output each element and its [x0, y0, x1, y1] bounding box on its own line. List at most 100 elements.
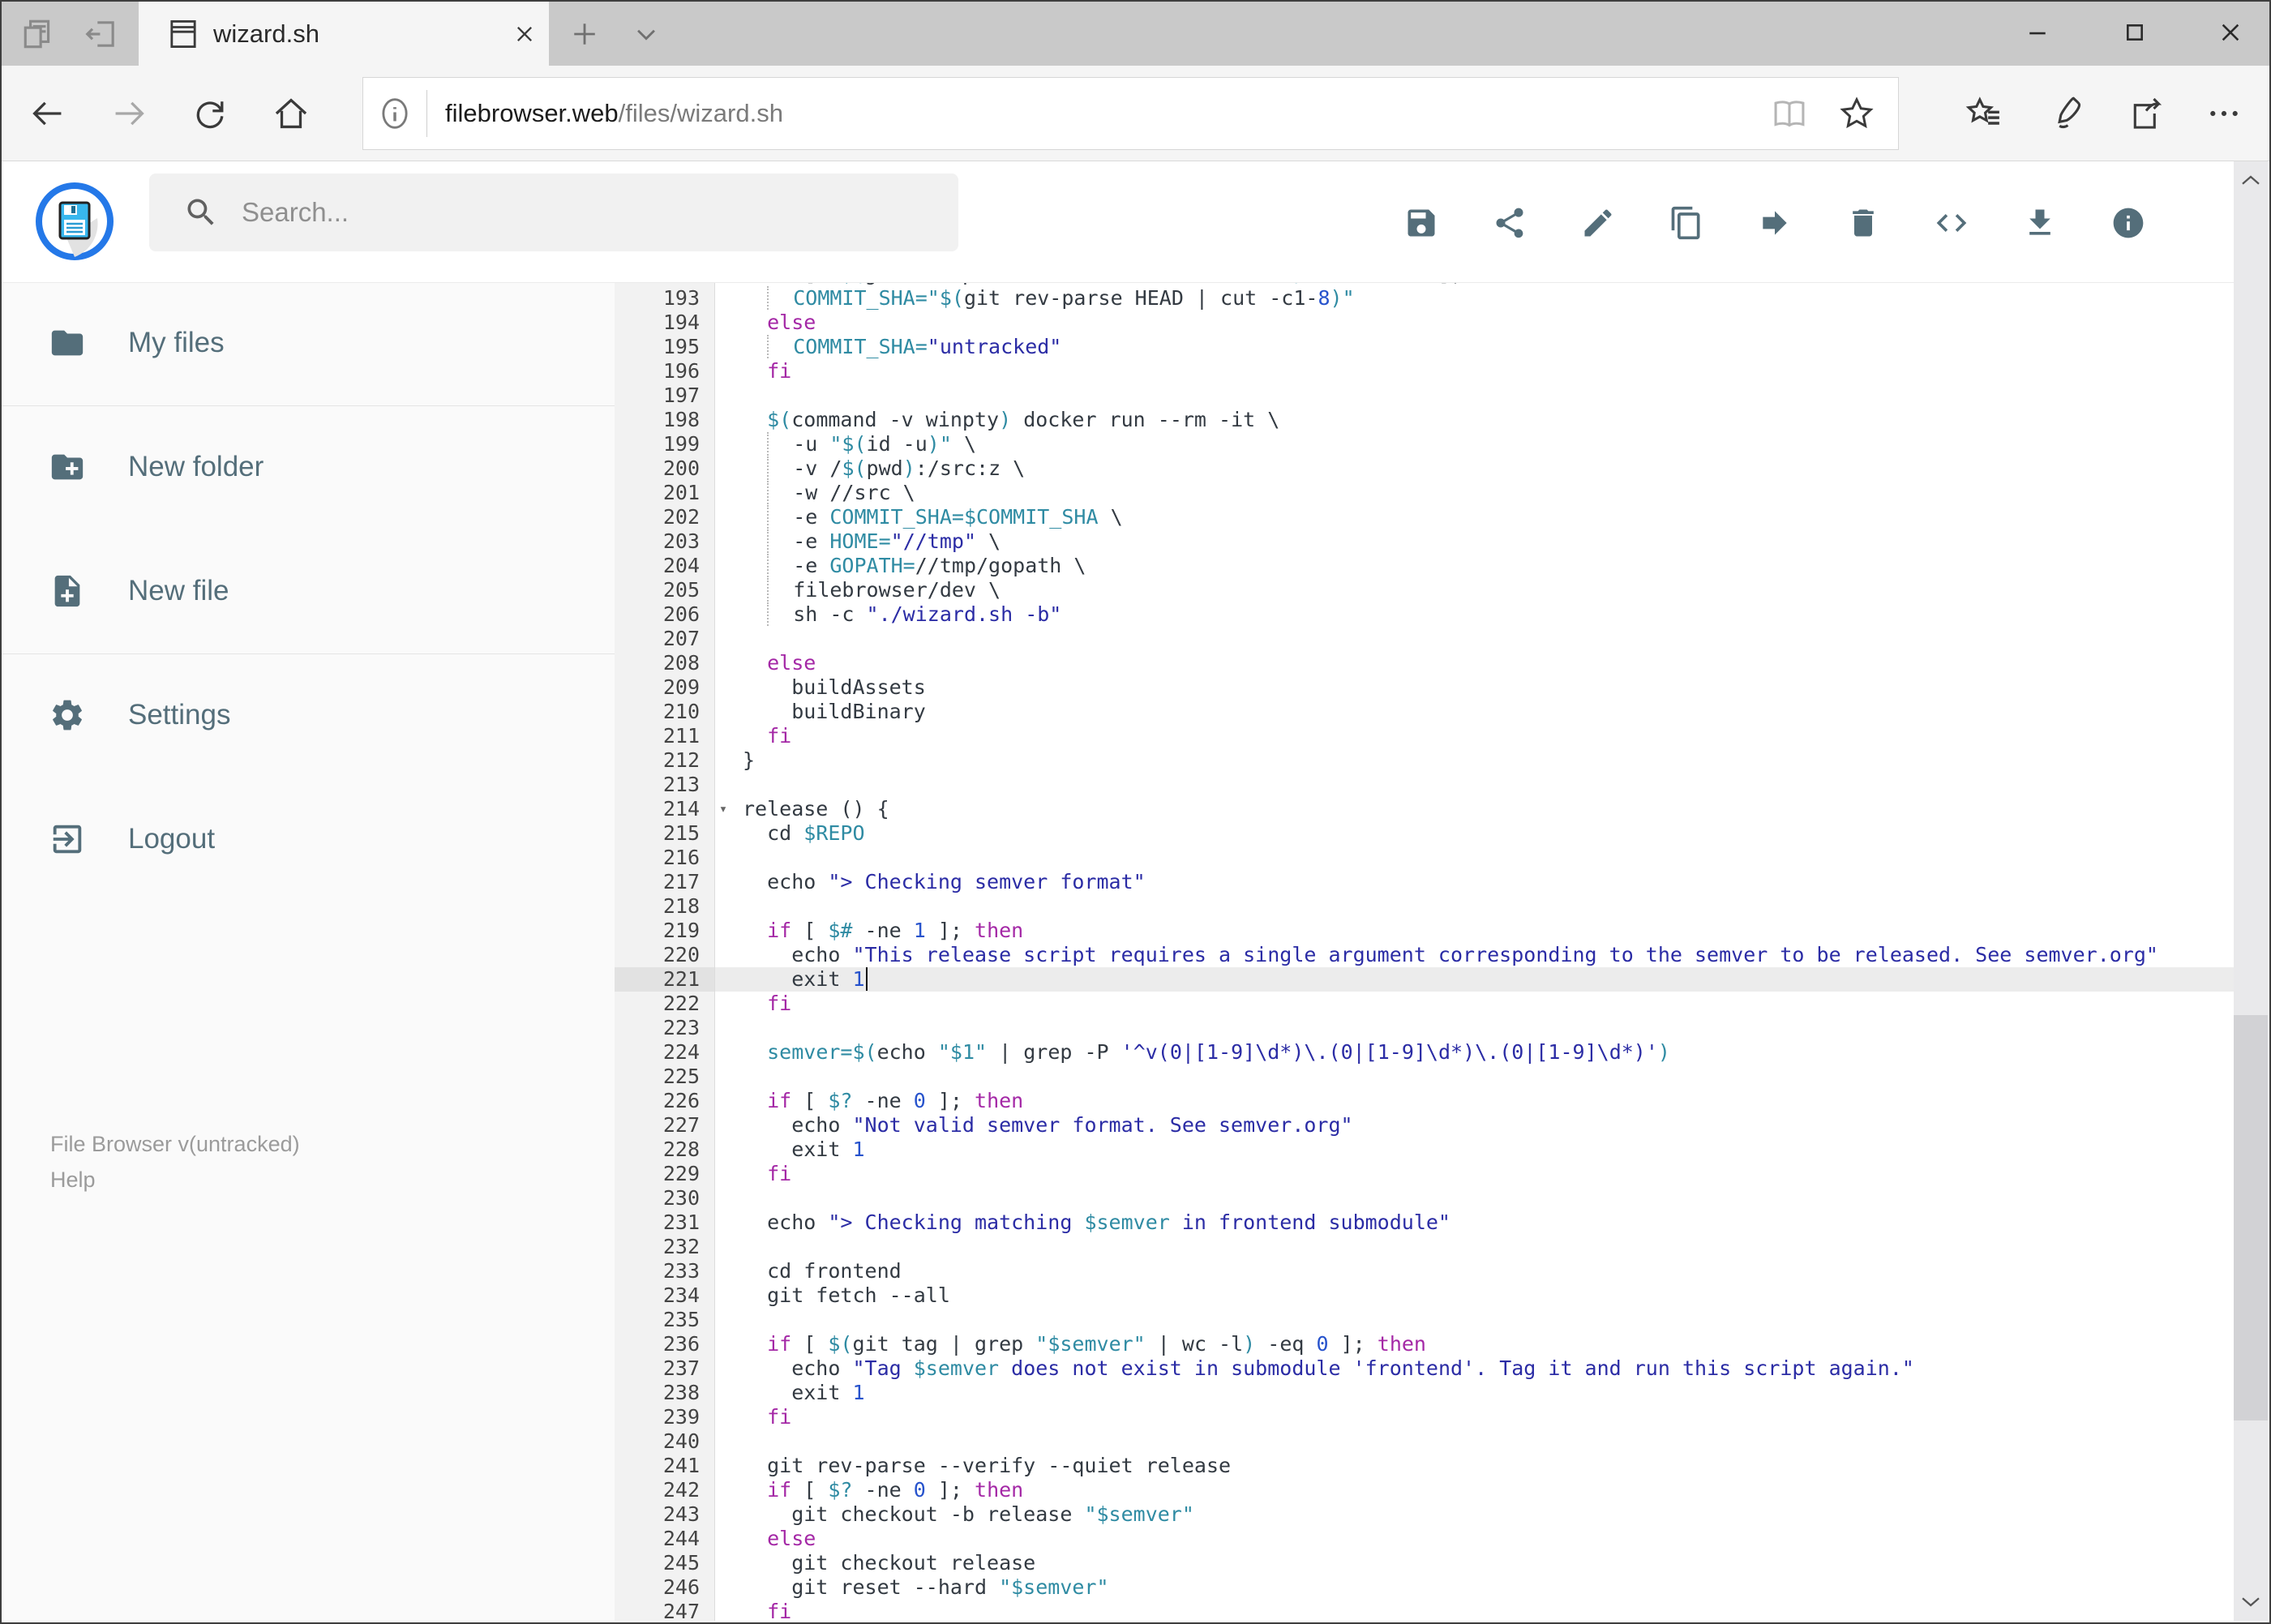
scroll-down-icon[interactable] [2234, 1583, 2268, 1619]
code-line[interactable]: 244 else [615, 1527, 2237, 1551]
code-line[interactable]: 216 [615, 846, 2237, 870]
new-tab-button[interactable] [558, 2, 611, 66]
home-icon[interactable] [255, 66, 328, 161]
code-line[interactable]: 239 fi [615, 1405, 2237, 1429]
code-line[interactable]: 213 [615, 773, 2237, 797]
favorite-star-icon[interactable] [1838, 95, 1875, 132]
window-minimize-button[interactable] [2001, 2, 2074, 63]
search-bar[interactable] [149, 174, 958, 251]
forward-icon[interactable] [92, 66, 165, 161]
sidebar-item-my-files[interactable]: My files [2, 306, 615, 379]
code-line[interactable]: 227 echo "Not valid semver format. See s… [615, 1113, 2237, 1138]
code-line[interactable]: 226 if [ $? -ne 0 ]; then [615, 1089, 2237, 1113]
code-line[interactable]: 243 git checkout -b release "$semver" [615, 1502, 2237, 1527]
filebrowser-logo[interactable] [34, 181, 115, 262]
code-line[interactable]: 194 else [615, 311, 2237, 335]
reading-view-icon[interactable] [1770, 96, 1809, 131]
address-bar[interactable]: filebrowser.web/files/wizard.sh [362, 77, 1899, 150]
annotate-pen-icon[interactable] [2029, 66, 2102, 161]
code-line[interactable]: 214 ▾ release () { [615, 797, 2237, 821]
code-line[interactable]: 230 [615, 1186, 2237, 1211]
code-line[interactable]: 210 buildBinary [615, 700, 2237, 724]
code-line[interactable]: 228 exit 1 [615, 1138, 2237, 1162]
code-line[interactable]: 246 git reset --hard "$semver" [615, 1575, 2237, 1600]
help-link[interactable]: Help [50, 1162, 96, 1198]
tab-close-icon[interactable] [500, 2, 549, 66]
move-button[interactable] [1757, 205, 1793, 241]
share-button[interactable] [1492, 205, 1528, 241]
code-line[interactable]: 238 exit 1 [615, 1381, 2237, 1405]
tab-list-chevron-icon[interactable] [618, 2, 675, 66]
copy-button[interactable] [1669, 205, 1704, 241]
window-close-button[interactable] [2194, 2, 2267, 63]
code-line[interactable]: 233 cd frontend [615, 1259, 2237, 1283]
code-line[interactable]: 218 [615, 894, 2237, 919]
code-line[interactable]: 225 [615, 1065, 2237, 1089]
code-line[interactable]: 236 if [ $(git tag | grep "$semver" | wc… [615, 1332, 2237, 1356]
code-button[interactable] [1934, 205, 1969, 241]
code-line[interactable]: 193 COMMIT_SHA="$(git rev-parse HEAD | c… [615, 286, 2237, 311]
code-line[interactable]: 201 -w //src \ [615, 481, 2237, 505]
code-line[interactable]: 195 COMMIT_SHA="untracked" [615, 335, 2237, 359]
delete-button[interactable] [1845, 205, 1881, 241]
code-line[interactable]: 211 fi [615, 724, 2237, 748]
code-line[interactable]: 199 -u "$(id -u)" \ [615, 432, 2237, 456]
code-line[interactable]: 208 else [615, 651, 2237, 675]
more-options-icon[interactable] [2187, 66, 2260, 161]
refresh-icon[interactable] [174, 66, 246, 161]
edit-button[interactable] [1580, 205, 1616, 241]
code-line[interactable]: 202 -e COMMIT_SHA=$COMMIT_SHA \ [615, 505, 2237, 529]
code-editor[interactable]: 192 if [ "$(git rev-parse --is-inside-wo… [615, 283, 2237, 1621]
code-line[interactable]: 247 fi [615, 1600, 2237, 1621]
page-scrollbar[interactable] [2234, 161, 2268, 1621]
code-line[interactable]: 231 echo "> Checking matching $semver in… [615, 1211, 2237, 1235]
code-line[interactable]: 197 [615, 384, 2237, 408]
code-line[interactable]: 206 sh -c "./wizard.sh -b" [615, 602, 2237, 627]
code-line[interactable]: 229 fi [615, 1162, 2237, 1186]
download-button[interactable] [2022, 205, 2058, 241]
code-line[interactable]: 224 semver=$(echo "$1" | grep -P '^v(0|[… [615, 1040, 2237, 1065]
browser-tab[interactable]: wizard.sh [139, 2, 549, 66]
search-input[interactable] [242, 197, 890, 228]
sidebar-item-new-file[interactable]: New file [2, 555, 615, 628]
sidebar-item-new-folder[interactable]: New folder [2, 431, 615, 503]
code-line[interactable]: 235 [615, 1308, 2237, 1332]
code-line[interactable]: 222 fi [615, 992, 2237, 1016]
code-line[interactable]: 232 [615, 1235, 2237, 1259]
tab-preview-icon[interactable] [10, 2, 66, 66]
code-line[interactable]: 196 fi [615, 359, 2237, 384]
code-line[interactable]: 223 [615, 1016, 2237, 1040]
code-line[interactable]: 200 -v /$(pwd):/src:z \ [615, 456, 2237, 481]
code-line[interactable]: 221 exit 1 [615, 967, 2237, 992]
scroll-up-icon[interactable] [2234, 163, 2268, 199]
code-line[interactable]: 204 -e GOPATH=//tmp/gopath \ [615, 554, 2237, 578]
code-line[interactable]: 237 echo "Tag $semver does not exist in … [615, 1356, 2237, 1381]
code-line[interactable]: 209 buildAssets [615, 675, 2237, 700]
code-line[interactable]: 241 git rev-parse --verify --quiet relea… [615, 1454, 2237, 1478]
window-maximize-button[interactable] [2098, 2, 2171, 63]
back-icon[interactable] [11, 66, 84, 161]
code-line[interactable]: 219 if [ $# -ne 1 ]; then [615, 919, 2237, 943]
code-line[interactable]: 203 -e HOME="//tmp" \ [615, 529, 2237, 554]
info-button[interactable] [2110, 205, 2146, 241]
code-line[interactable]: 215 cd $REPO [615, 821, 2237, 846]
code-line[interactable]: 240 [615, 1429, 2237, 1454]
code-line[interactable]: 242 if [ $? -ne 0 ]; then [615, 1478, 2237, 1502]
code-line[interactable]: 212} [615, 748, 2237, 773]
sidebar-item-settings[interactable]: Settings [2, 679, 615, 752]
code-line[interactable]: 198 $(command -v winpty) docker run --rm… [615, 408, 2237, 432]
code-line[interactable]: 245 git checkout release [615, 1551, 2237, 1575]
code-line[interactable]: 205 filebrowser/dev \ [615, 578, 2237, 602]
sidebar-item-logout[interactable]: Logout [2, 803, 615, 876]
code-line[interactable]: 217 echo "> Checking semver format" [615, 870, 2237, 894]
fold-arrow-icon[interactable]: ▾ [714, 797, 732, 821]
save-button[interactable] [1403, 205, 1439, 241]
code-line[interactable]: 234 git fetch --all [615, 1283, 2237, 1308]
set-tabs-aside-icon[interactable] [73, 2, 130, 66]
share-page-icon[interactable] [2110, 66, 2183, 161]
code-line[interactable]: 207 [615, 627, 2237, 651]
code-line[interactable]: 220 echo "This release script requires a… [615, 943, 2237, 967]
site-info-icon[interactable] [363, 96, 426, 131]
favorites-hub-icon[interactable] [1947, 66, 2020, 161]
scrollbar-thumb[interactable] [2234, 1015, 2268, 1420]
